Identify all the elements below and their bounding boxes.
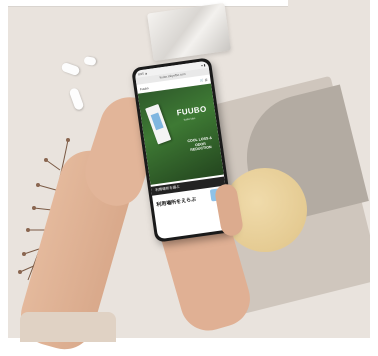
section-heading: 利用場所をえらぶ bbox=[156, 196, 197, 209]
hero-banner: FUUBO fuubo labs COOL LOSS & ODOR REDUCT… bbox=[137, 83, 224, 185]
top-strip bbox=[8, 0, 288, 7]
cart-menu-icon[interactable]: 🛒 ☰ bbox=[200, 77, 208, 82]
brand-title: FUUBO bbox=[176, 104, 208, 118]
tagline: COOL LOSS & ODOR REDUCTION bbox=[187, 135, 213, 153]
status-icons: ● ▮ bbox=[200, 62, 206, 68]
site-logo[interactable]: Fuubo bbox=[140, 86, 149, 91]
product-box bbox=[145, 103, 172, 145]
status-time: 8:05 ▲ bbox=[137, 70, 148, 77]
brand-subtitle: fuubo labs bbox=[183, 116, 196, 122]
